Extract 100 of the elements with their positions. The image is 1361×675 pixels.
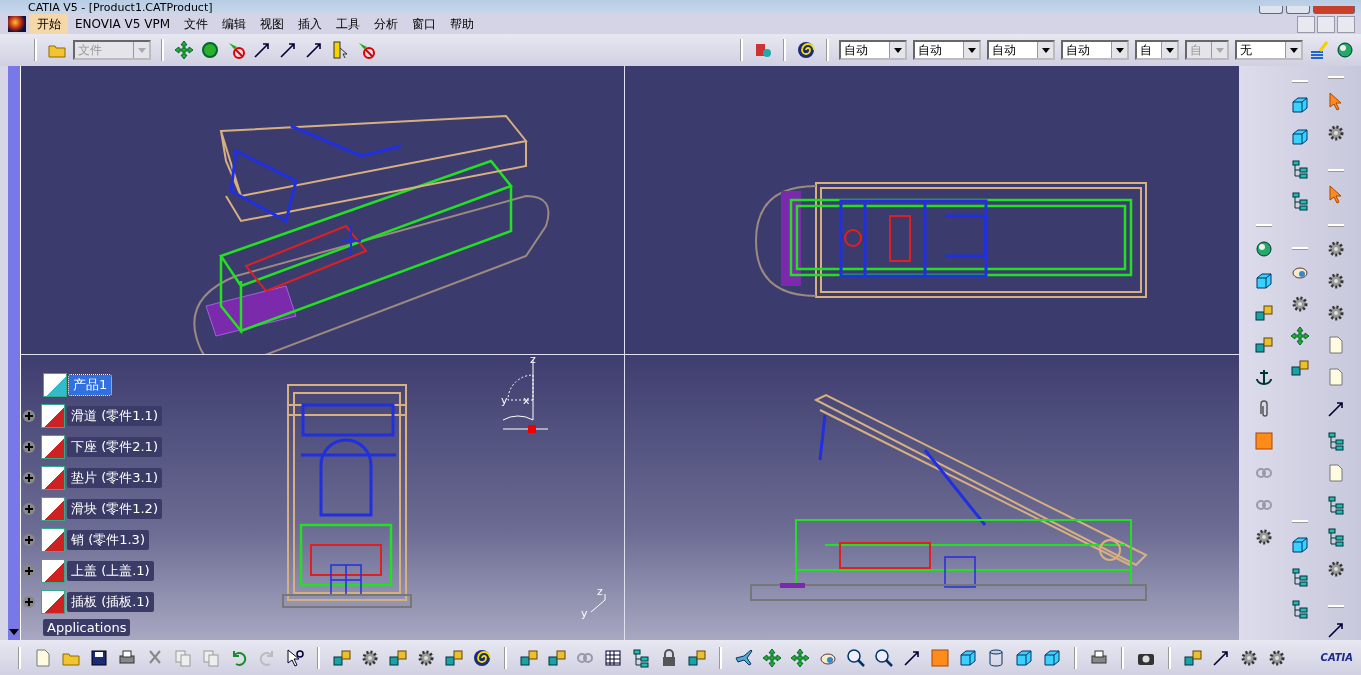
minimize-button[interactable]	[1259, 6, 1283, 14]
expand-icon[interactable]	[23, 595, 35, 608]
tree-item[interactable]: 插板 (插板.1)	[67, 591, 154, 612]
spiral-icon[interactable]	[472, 647, 492, 668]
square-icon[interactable]	[1254, 431, 1274, 451]
tree-item[interactable]: 垫片 (零件3.1)	[67, 467, 162, 488]
tree-item[interactable]: Applications	[43, 618, 131, 636]
tree-icon[interactable]	[1326, 527, 1346, 547]
cube-icon[interactable]	[1290, 535, 1310, 555]
tree-icon[interactable]	[1326, 495, 1346, 515]
caret-icon	[1215, 47, 1224, 53]
cube-icon[interactable]	[1290, 95, 1310, 115]
menu-item[interactable]: 分析	[367, 12, 406, 36]
move-icon[interactable]	[762, 647, 782, 668]
tree-icon[interactable]	[1326, 431, 1346, 451]
blocks-icon[interactable]	[1254, 335, 1274, 355]
grid-icon[interactable]	[603, 647, 623, 668]
tree-item[interactable]: 产品1	[69, 374, 112, 395]
blocks-icon[interactable]	[1183, 647, 1203, 668]
tree-icon[interactable]	[1290, 159, 1310, 179]
gear-icon[interactable]	[1254, 527, 1274, 547]
gear-icon[interactable]	[1326, 271, 1346, 291]
square-icon[interactable]	[930, 647, 950, 668]
tree-item[interactable]: 滑道 (零件1.1)	[67, 405, 162, 426]
sphere-icon[interactable]	[1254, 239, 1274, 259]
tree-item[interactable]: 上盖 (上盖.1)	[67, 560, 154, 581]
expand-icon[interactable]	[23, 440, 35, 453]
move-icon[interactable]	[790, 647, 810, 668]
axis-label: z	[530, 355, 536, 365]
property-dropdown[interactable]: 自动	[987, 40, 1055, 60]
axis-label: y	[581, 608, 588, 619]
app-logo-icon	[8, 16, 26, 32]
ruler-icon[interactable]	[330, 40, 350, 60]
menu-item[interactable]: 文件	[177, 12, 216, 36]
gear-icon[interactable]	[1326, 303, 1346, 323]
blocks-icon[interactable]	[687, 647, 707, 668]
property-dropdown[interactable]: 自动	[1061, 40, 1129, 60]
window-title: CATIA V5 - [Product1.CATProduct]	[27, 1, 213, 14]
cube-icon[interactable]	[1254, 271, 1274, 291]
cylinder-icon[interactable]	[986, 647, 1006, 668]
maximize-button[interactable]	[1286, 6, 1310, 14]
move-icon[interactable]	[174, 40, 194, 60]
blocks-icon[interactable]	[547, 647, 567, 668]
zoom-icon[interactable]	[874, 647, 894, 668]
gear-icon[interactable]	[1326, 239, 1346, 259]
arrow-icon[interactable]	[252, 40, 272, 60]
sphere-icon[interactable]	[1335, 40, 1355, 60]
gear-icon[interactable]	[1326, 559, 1346, 579]
arrow-icon[interactable]	[1326, 620, 1346, 640]
menu-item[interactable]: 视图	[253, 12, 292, 36]
save-icon[interactable]	[89, 647, 109, 668]
blocks-icon[interactable]	[519, 647, 539, 668]
menu-item[interactable]: 编辑	[215, 12, 254, 36]
blocks-icon[interactable]	[1254, 303, 1274, 323]
tree-icon[interactable]	[1290, 599, 1310, 619]
expand-icon[interactable]	[23, 533, 35, 546]
tree-icon[interactable]	[631, 647, 651, 668]
arrow-icon[interactable]	[278, 40, 298, 60]
tree-icon[interactable]	[1290, 567, 1310, 587]
tree-icon[interactable]	[1290, 191, 1310, 211]
blocks-icon[interactable]	[332, 647, 352, 668]
gear-icon[interactable]	[1290, 294, 1310, 314]
expand-icon[interactable]	[23, 502, 35, 515]
menu-item[interactable]: 工具	[329, 12, 368, 36]
menu-item[interactable]: 窗口	[405, 12, 444, 36]
3d-viewport[interactable]: z y x y z 产品1 滑道 (零件1.1) 下座 (零件2.1) 垫片 (零件3.1) 滑块 (零件1.2) 销 (零件1.3) 上盖 (上盖.1) 插板 (插板.1) Applications	[21, 66, 1239, 640]
property-dropdown[interactable]: 自动	[913, 40, 981, 60]
arrow-icon[interactable]	[304, 40, 324, 60]
logo: CATIA	[1320, 652, 1353, 663]
caret-icon	[1165, 47, 1174, 53]
scroll-down-icon[interactable]	[9, 628, 19, 636]
tree-item[interactable]: 滑块 (零件1.2)	[67, 498, 162, 519]
expand-icon[interactable]	[23, 471, 35, 484]
cube-icon[interactable]	[1042, 647, 1062, 668]
cube-icon[interactable]	[1014, 647, 1034, 668]
scrollbar[interactable]	[8, 66, 21, 640]
expand-icon[interactable]	[23, 409, 35, 422]
property-dropdown[interactable]: 自	[1135, 40, 1179, 60]
axis-label: x	[523, 395, 530, 406]
move-icon[interactable]	[1290, 326, 1310, 346]
brush-icon[interactable]	[1309, 40, 1329, 60]
menu-item[interactable]: ENOVIA V5 VPM	[68, 14, 178, 34]
menu-item[interactable]: 插入	[291, 12, 330, 36]
spiral-icon[interactable]	[796, 40, 816, 60]
cube-icon[interactable]	[958, 647, 978, 668]
plane-icon[interactable]	[734, 647, 754, 668]
blocks-icon[interactable]	[444, 647, 464, 668]
zoom-icon[interactable]	[846, 647, 866, 668]
arrow-icon[interactable]	[1326, 399, 1346, 419]
anchor-icon[interactable]	[1254, 367, 1274, 387]
blocks-icon[interactable]	[388, 647, 408, 668]
property-dropdown[interactable]: 自动	[839, 40, 907, 60]
cube-icon[interactable]	[1290, 127, 1310, 147]
property-dropdown[interactable]: 无	[1235, 40, 1303, 60]
expand-icon[interactable]	[23, 564, 35, 577]
tree-item[interactable]: 下座 (零件2.1)	[67, 436, 162, 457]
menu-item[interactable]: 帮助	[443, 12, 482, 36]
blocks-icon[interactable]	[1290, 358, 1310, 378]
gear-icon[interactable]	[1326, 123, 1346, 143]
tree-item[interactable]: 销 (零件1.3)	[67, 529, 149, 550]
